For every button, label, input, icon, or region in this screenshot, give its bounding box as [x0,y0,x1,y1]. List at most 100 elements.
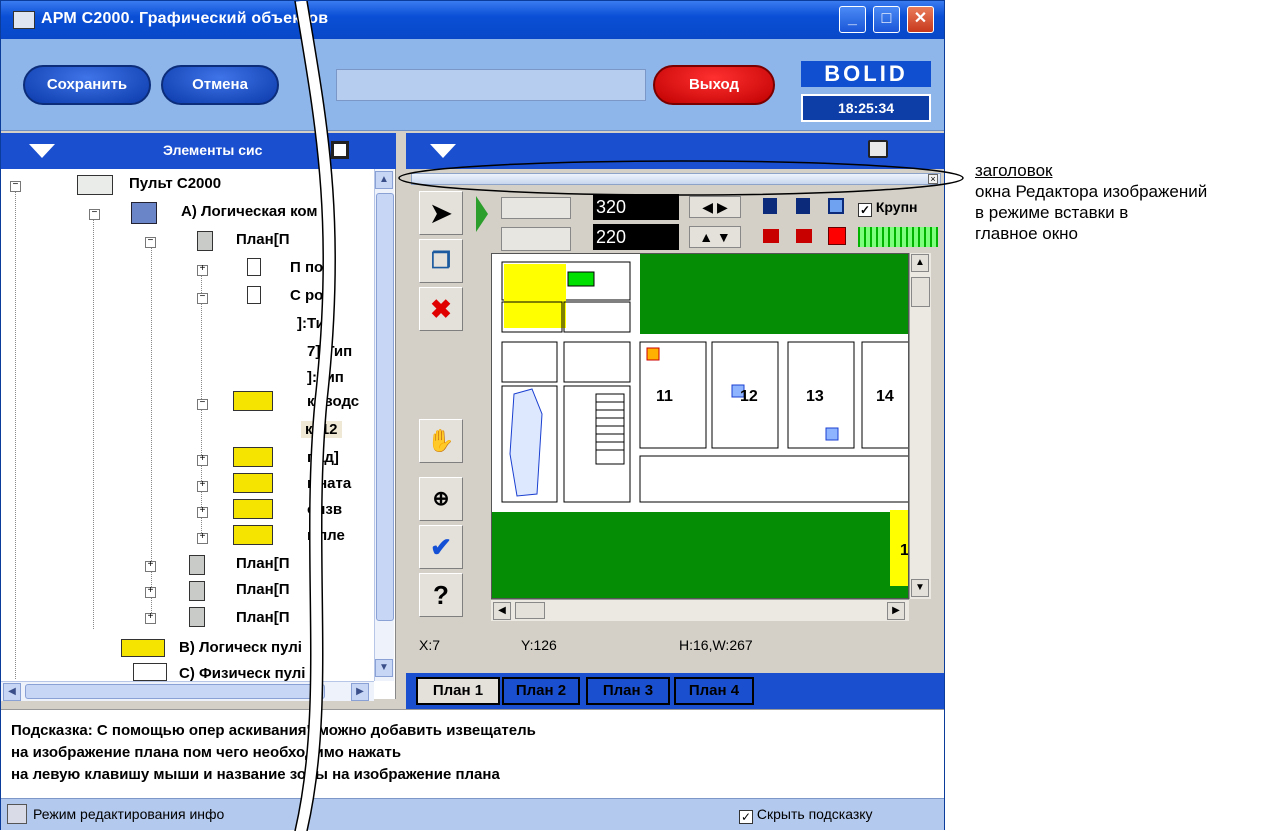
computer-icon [131,202,157,224]
h-scroll-thumb[interactable] [25,684,325,699]
tree-header-label: Элементы сис [163,142,263,158]
tree-node-selected[interactable]: к. 12 [301,421,342,438]
expand-toggle[interactable]: − [197,399,208,410]
scroll-up-icon[interactable]: ▲ [911,254,929,272]
object-tree[interactable]: − Пульт С2000 − А) Логическая ком − План… [1,169,396,699]
expand-toggle[interactable]: + [197,481,208,492]
tree-node[interactable]: Пульт С2000 [129,175,221,192]
scroll-thumb[interactable] [376,193,394,621]
expand-toggle[interactable]: + [145,561,156,572]
plan-hscrollbar[interactable]: ◀ ▶ [491,599,909,621]
tree-node[interactable]: ]:Тип [307,369,344,386]
tab-plan-4[interactable]: План 4 [674,677,754,705]
save-button[interactable]: Сохранить [23,65,151,105]
scroll-down-icon[interactable]: ▼ [911,579,929,597]
tree-vscrollbar[interactable]: ▲ ▼ [374,169,394,681]
room-number[interactable]: 14 [876,388,894,406]
app-icon [13,11,35,29]
scroll-up-icon[interactable]: ▲ [375,171,393,189]
main-window: АРМ С2000. Графический объектов _ □ ✕ Со… [0,0,945,831]
align-red-icon[interactable] [796,229,812,243]
annotation-ellipse [398,160,964,196]
room-number[interactable]: 13 [806,388,824,406]
tree-node[interactable]: мната [307,475,351,492]
tree-node[interactable]: пад] [307,449,339,466]
expand-toggle[interactable]: + [197,507,208,518]
tree-node[interactable]: С ров [290,287,333,304]
tree-node[interactable]: ководс [307,393,359,410]
tree-node[interactable]: План[П [236,555,290,572]
plan-icon [189,555,205,575]
z-indicator[interactable] [501,227,571,251]
tree-node[interactable]: В) Логическ пулі [179,639,302,656]
tree-node[interactable]: П пок [290,259,331,276]
hand-tool-icon[interactable]: ✋ [419,419,463,463]
tree-node[interactable]: мпле [307,527,345,544]
h-scroll-thumb[interactable] [515,602,545,619]
scroll-right-icon[interactable]: ▶ [351,683,369,701]
tree-node[interactable]: оизв [307,501,342,518]
delete-tool-icon[interactable]: ✖ [419,287,463,331]
align-red-icon[interactable] [763,229,779,243]
up-down-arrows[interactable]: ▲ ▼ [689,226,741,248]
hint-line: на изображение плана пом чего необходимо… [11,744,402,761]
expand-toggle[interactable]: − [89,209,100,220]
tree-node[interactable]: План[П [236,581,290,598]
expand-toggle[interactable]: + [197,265,208,276]
tab-plan-3[interactable]: План 3 [586,677,670,705]
scroll-down-icon[interactable]: ▼ [375,659,393,677]
tree-hscrollbar[interactable]: ◀ ▶ [1,681,374,701]
tree-node[interactable]: 7]:Тип [307,343,352,360]
copy-tool-icon[interactable]: ❐ [419,239,463,283]
tree-node[interactable]: ]:Тип [297,315,334,332]
scroll-right-icon[interactable]: ▶ [887,602,905,620]
coord-y-field[interactable]: 220 [593,224,679,250]
tab-plan-1[interactable]: План 1 [416,677,500,705]
minimize-button[interactable]: _ [839,6,866,33]
tree-header: Элементы сис [1,133,396,169]
mode-text: Режим редактирования инфо [33,806,225,822]
plan-icon [189,581,205,601]
room-number[interactable]: 12 [740,388,758,406]
clock-display: 18:25:34 [801,94,931,122]
expand-toggle[interactable]: + [197,533,208,544]
expand-toggle[interactable]: − [10,181,21,192]
title-bar[interactable]: АРМ С2000. Графический объектов _ □ ✕ [1,1,944,39]
room-number[interactable]: 11 [656,388,673,406]
exit-button[interactable]: Выход [653,65,775,105]
close-button[interactable]: ✕ [907,6,934,33]
grid-icon[interactable] [858,227,938,247]
save-disk-icon[interactable] [331,141,349,159]
plan-icon [197,231,213,251]
expand-toggle[interactable]: − [197,293,208,304]
plan-vscrollbar[interactable]: ▲ ▼ [909,253,931,599]
tree-node[interactable]: А) Логическая ком [181,203,318,220]
mode-icon [7,804,27,824]
plan-icon [189,607,205,627]
tree-node[interactable]: План[П [236,231,290,248]
scroll-left-icon[interactable]: ◀ [3,683,21,701]
scroll-left-icon[interactable]: ◀ [493,602,511,620]
expand-toggle[interactable]: + [145,587,156,598]
zoom-tool-icon[interactable]: ⊕ [419,477,463,521]
tab-plan-2[interactable]: План 2 [502,677,580,705]
expand-toggle[interactable]: − [145,237,156,248]
room-number[interactable]: 1 [900,542,908,560]
collapse-triangle-icon[interactable] [29,144,55,158]
cancel-button[interactable]: Отмена [161,65,279,105]
scroll-thumb[interactable] [911,277,930,307]
expand-toggle[interactable]: + [145,613,156,624]
zone-group-icon [233,391,273,411]
apply-check-icon[interactable]: ✔ [419,525,463,569]
maximize-button[interactable]: □ [873,6,900,33]
tree-node[interactable]: План[П [236,609,290,626]
help-icon[interactable]: ? [419,573,463,617]
color-red-icon[interactable] [828,227,846,245]
physical-icon [133,663,167,681]
logic-group-icon [121,639,165,657]
hide-hint-checkbox[interactable]: ✓ Скрыть подсказку [739,806,873,824]
tree-node[interactable]: С) Физическ пулі [179,665,305,682]
annotation-text: заголовок окна Редактора изображений в р… [975,160,1207,244]
plan-canvas[interactable]: 11 12 13 14 1 [491,253,909,599]
expand-toggle[interactable]: + [197,455,208,466]
